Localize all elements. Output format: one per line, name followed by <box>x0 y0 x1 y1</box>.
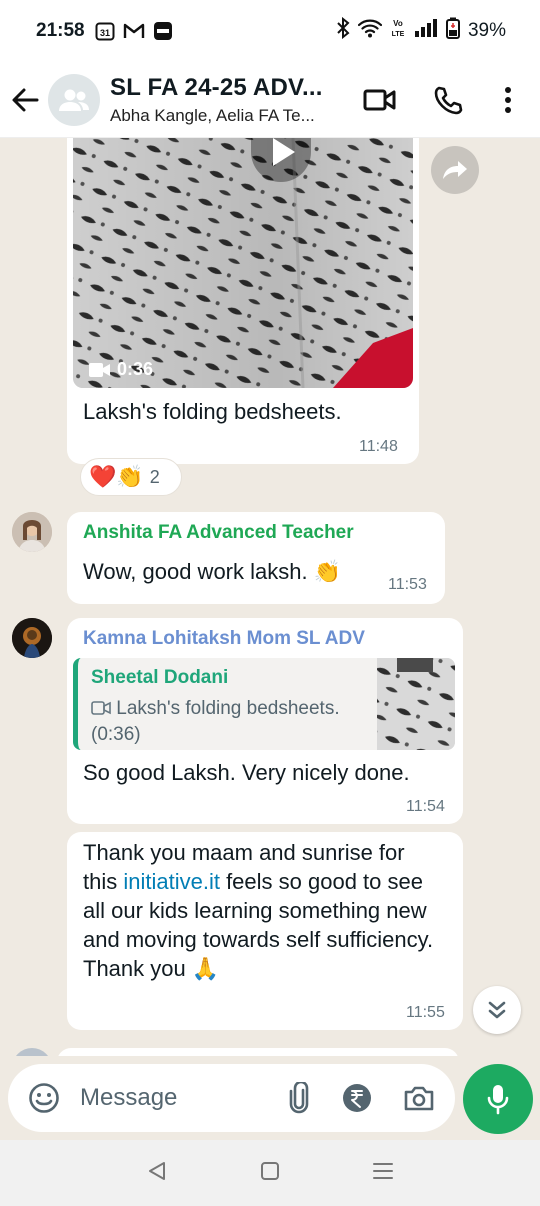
rupee-icon <box>343 1084 371 1112</box>
profile-photo <box>12 512 52 552</box>
more-options-button[interactable] <box>482 70 534 130</box>
status-bar: 21:58 31 Vo LTE 39% <box>0 0 540 62</box>
forward-button[interactable] <box>431 146 479 194</box>
chat-title-block[interactable]: SL FA 24-25 ADV... Abha Kangle, Aelia FA… <box>110 74 348 126</box>
battery-level: 39% <box>467 20 506 41</box>
double-chevron-down-icon <box>488 1001 506 1019</box>
menu-lines-icon <box>373 1162 394 1179</box>
video-caption: Laksh's folding bedsheets. <box>83 399 342 424</box>
quoted-video-image <box>377 658 455 750</box>
bluetooth-icon <box>336 16 350 45</box>
payment-button[interactable] <box>335 1076 379 1120</box>
video-camera-icon <box>363 89 396 110</box>
nav-back-button[interactable] <box>147 1160 167 1187</box>
video-camera-small-icon <box>89 362 110 377</box>
profile-photo <box>12 618 52 658</box>
quoted-thumbnail <box>377 658 455 750</box>
microphone-icon <box>487 1085 509 1115</box>
signal-icon <box>414 19 438 43</box>
calendar-badge: 31 <box>100 28 110 38</box>
camera-icon <box>404 1086 434 1111</box>
calendar-icon: 31 <box>95 21 115 41</box>
scroll-to-bottom-button[interactable] <box>473 986 521 1034</box>
attach-button[interactable] <box>277 1076 321 1120</box>
message-composer <box>8 1064 455 1132</box>
nav-recents-button[interactable] <box>373 1162 394 1185</box>
reaction-count: 2 <box>149 466 160 487</box>
forward-icon <box>443 161 467 179</box>
square-home-icon <box>260 1161 279 1180</box>
sender-name: Kamna Lohitaksh Mom SL ADV <box>83 628 365 649</box>
message-bubble[interactable]: Anshita FA Advanced Teacher Wow, good wo… <box>67 512 445 604</box>
reaction-emojis: ❤️👏 <box>89 464 144 490</box>
video-duration: 0:36 <box>89 359 153 380</box>
message-time: 11:54 <box>406 798 445 815</box>
emoji-icon <box>29 1083 59 1113</box>
play-icon <box>251 138 311 182</box>
more-vert-icon <box>505 86 511 113</box>
message-bubble[interactable]: Kamna Lohitaksh Mom SL ADV Sheetal Dodan… <box>67 618 463 824</box>
sender-avatar[interactable] <box>12 512 52 552</box>
status-time: 21:58 <box>36 20 85 41</box>
message-text: So good Laksh. Very nicely done. <box>83 760 410 785</box>
group-avatar[interactable] <box>48 73 100 126</box>
message-text: Wow, good work laksh. 👏 <box>83 559 342 584</box>
message-time: 11:53 <box>388 576 427 593</box>
message-link[interactable]: initiative.it <box>123 869 220 894</box>
battery-icon <box>445 17 460 45</box>
video-thumbnail[interactable]: 0:36 <box>73 138 413 388</box>
chat-header: SL FA 24-25 ADV... Abha Kangle, Aelia FA… <box>0 62 540 138</box>
quoted-text: Laksh's folding bedsheets. (0:36) <box>91 696 371 748</box>
back-arrow-icon <box>12 88 39 111</box>
video-call-button[interactable] <box>354 70 406 130</box>
chat-title: SL FA 24-25 ADV... <box>110 73 323 101</box>
chat-area[interactable]: 0:36 Laksh's folding bedsheets. 11:48 ❤️… <box>0 138 540 1056</box>
sender-name: Anshita FA Advanced Teacher <box>83 522 354 543</box>
chat-participants: Abha Kangle, Aelia FA Te... <box>110 105 315 125</box>
video-frame-image <box>73 138 413 388</box>
video-duration-text: 0:36 <box>117 359 154 379</box>
message-bubble[interactable]: Thank you maam and sunrise for this init… <box>67 832 463 1030</box>
voice-call-button[interactable] <box>422 70 474 130</box>
camera-button[interactable] <box>397 1076 441 1120</box>
message-bubble[interactable] <box>57 1048 459 1056</box>
message-text: Thank you maam and sunrise for this init… <box>83 838 443 983</box>
wifi-icon <box>357 18 383 44</box>
quoted-sender: Sheetal Dodani <box>91 667 229 688</box>
system-nav-bar <box>0 1140 540 1206</box>
volte-icon: Vo LTE <box>390 17 406 45</box>
play-button[interactable] <box>251 138 311 187</box>
voice-message-button[interactable] <box>463 1064 533 1134</box>
app-notification-icon <box>153 21 173 41</box>
message-time: 11:55 <box>406 1004 445 1021</box>
svg-text:Vo: Vo <box>393 19 403 28</box>
emoji-button[interactable] <box>22 1076 66 1120</box>
sender-avatar[interactable] <box>12 618 52 658</box>
gmail-icon <box>123 22 145 40</box>
sender-avatar[interactable] <box>12 1048 52 1056</box>
message-input[interactable] <box>80 1084 260 1112</box>
message-time: 11:48 <box>359 438 398 455</box>
video-camera-small-icon <box>91 701 111 715</box>
back-button[interactable] <box>2 70 48 130</box>
svg-text:LTE: LTE <box>392 31 405 38</box>
phone-icon <box>434 86 463 114</box>
nav-home-button[interactable] <box>260 1161 280 1186</box>
group-icon <box>59 89 89 111</box>
triangle-back-icon <box>148 1161 165 1180</box>
quoted-text-content: Laksh's folding bedsheets. (0:36) <box>91 698 340 745</box>
quoted-message[interactable]: Sheetal Dodani Laksh's folding bedsheets… <box>73 658 455 750</box>
paperclip-icon <box>289 1082 309 1114</box>
reactions-pill[interactable]: ❤️👏 2 <box>80 458 182 496</box>
